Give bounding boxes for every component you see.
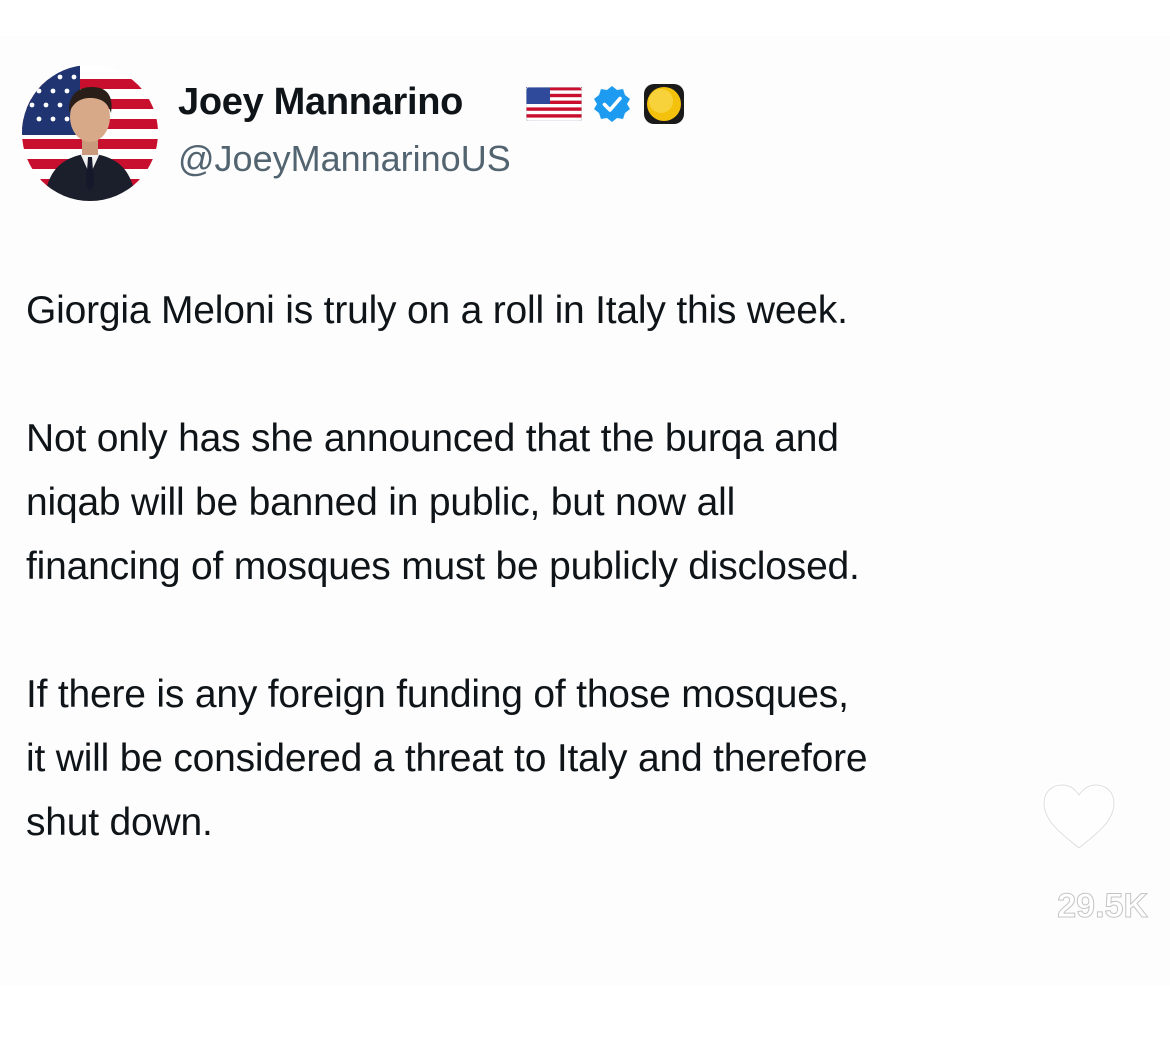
tweet-paragraph-2: Not only has she announced that the burq… <box>26 417 860 588</box>
top-margin <box>0 0 1170 36</box>
heart-outline-icon[interactable] <box>1036 778 1122 854</box>
author-handle[interactable]: @JoeyMannarinoUS <box>178 138 511 180</box>
tweet-paragraph-3: If there is any foreign funding of those… <box>26 673 868 844</box>
verified-badge-icon[interactable] <box>592 84 632 124</box>
author-badges <box>526 82 686 126</box>
avatar[interactable] <box>22 65 158 201</box>
tweet-paragraph-1: Giorgia Meloni is truly on a roll in Ita… <box>26 289 848 332</box>
author-display-name[interactable]: Joey Mannarino <box>178 80 463 124</box>
yellow-circle-icon <box>644 84 684 124</box>
like-count: 29.5K <box>1057 887 1149 926</box>
tweet-text: Giorgia Meloni is truly on a roll in Ita… <box>26 279 1146 855</box>
us-flag-icon <box>526 87 582 121</box>
avatar-image <box>22 65 158 201</box>
